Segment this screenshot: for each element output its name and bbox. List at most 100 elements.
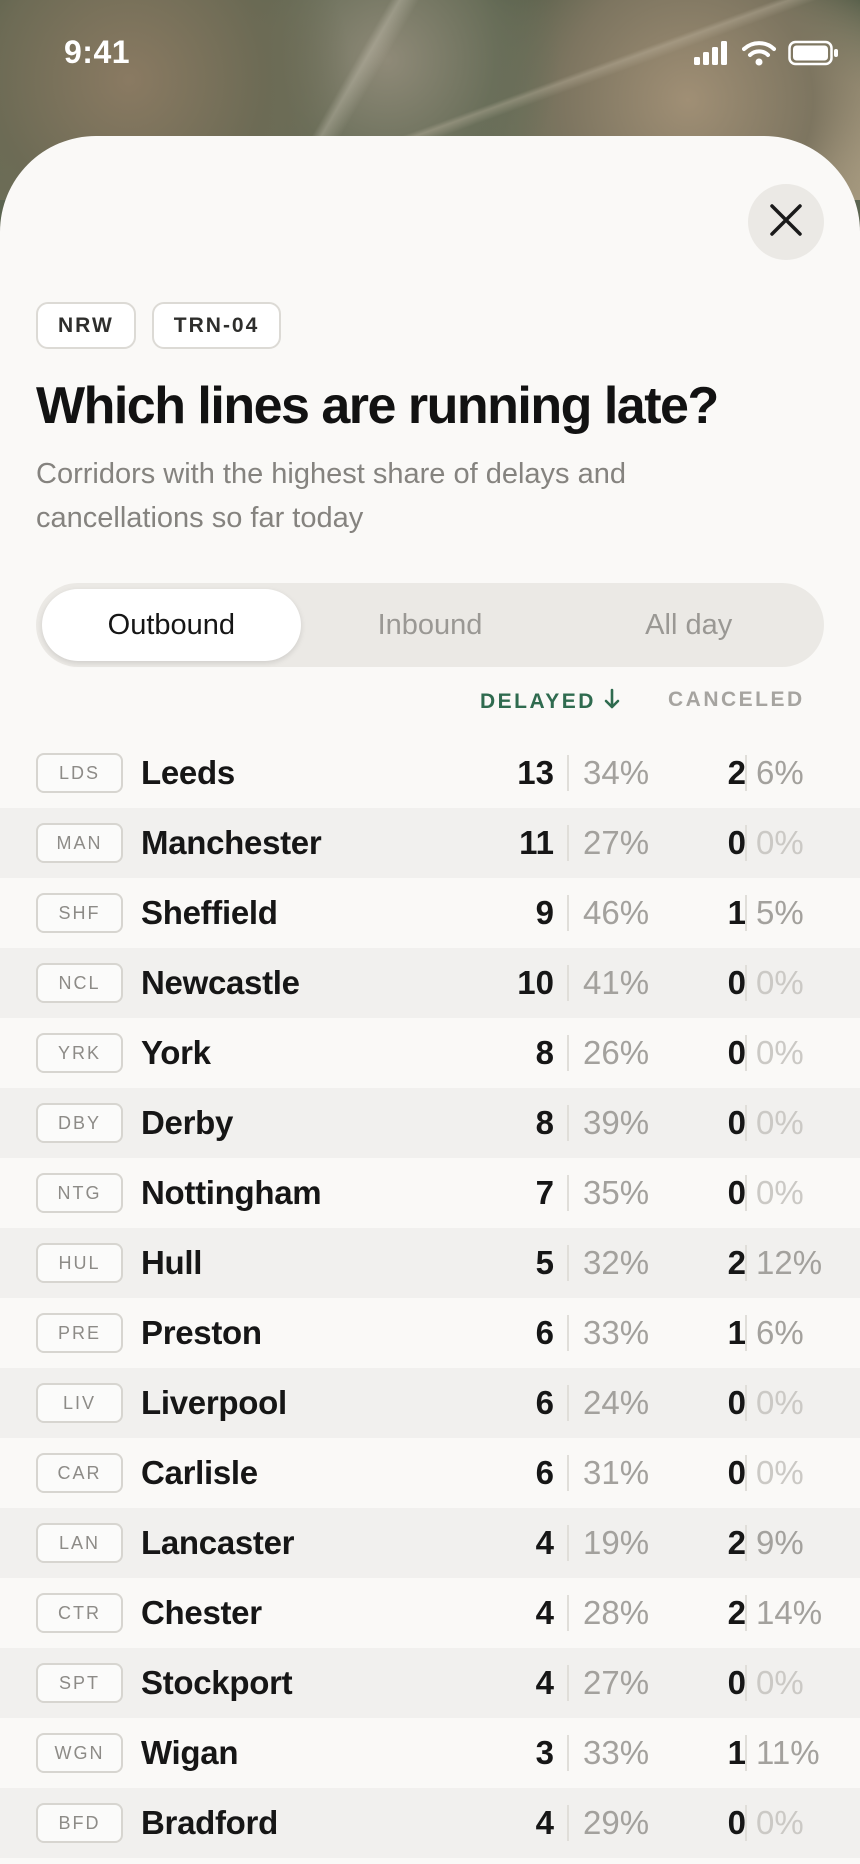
- canceled-count: 0: [727, 1174, 746, 1211]
- delayed-percent: 29%: [583, 1804, 650, 1841]
- table-row[interactable]: SHF Sheffield 9 46% 1 5%: [0, 878, 860, 948]
- tag-list: NRW TRN-04: [36, 302, 282, 349]
- canceled-column-header[interactable]: CANCELED: [668, 688, 805, 712]
- table-row[interactable]: CTR Chester 4 28% 2 14%: [0, 1578, 860, 1648]
- canceled-count: 0: [727, 964, 746, 1001]
- table-row[interactable]: YRK York 8 26% 0 0%: [0, 1018, 860, 1088]
- canceled-count: 0: [727, 1454, 746, 1491]
- canceled-percent: 0%: [756, 1664, 804, 1701]
- column-divider: [745, 1245, 747, 1281]
- table-row[interactable]: LDS Leeds 13 34% 2 6%: [0, 738, 860, 808]
- canceled-percent: 0%: [756, 964, 804, 1001]
- column-headers: DELAYED CANCELED: [0, 688, 860, 728]
- delayed-count: 7: [535, 1174, 554, 1211]
- table-row[interactable]: CAR Carlisle 6 31% 0 0%: [0, 1438, 860, 1508]
- station-code-badge: NCL: [36, 963, 123, 1003]
- line-name: Stockport: [141, 1664, 293, 1701]
- column-divider: [745, 895, 747, 931]
- column-divider: [567, 1525, 569, 1561]
- station-code-badge: LIV: [36, 1383, 123, 1423]
- station-code-badge: YRK: [36, 1033, 123, 1073]
- table-row[interactable]: MAN Manchester 11 27% 0 0%: [0, 808, 860, 878]
- line-name: Wigan: [141, 1734, 239, 1771]
- table-row[interactable]: PRE Preston 6 33% 1 6%: [0, 1298, 860, 1368]
- line-table: LDS Leeds 13 34% 2 6% MAN Manchester 11 27% 0 0% SHF…: [0, 738, 860, 1858]
- tab-outbound[interactable]: Outbound: [42, 589, 301, 661]
- page-subtitle: Corridors with the highest share of dela…: [36, 458, 626, 534]
- line-name: Hull: [141, 1244, 203, 1281]
- delayed-percent: 35%: [583, 1174, 650, 1211]
- canceled-percent: 6%: [756, 754, 804, 791]
- dataset-tag: TRN-04: [151, 302, 282, 349]
- delayed-percent: 19%: [583, 1524, 650, 1561]
- table-row[interactable]: LAN Lancaster 4 19% 2 9%: [0, 1508, 860, 1578]
- column-divider: [745, 965, 747, 1001]
- status-bar: 9:41: [0, 0, 860, 110]
- station-code-badge: HUL: [36, 1243, 123, 1283]
- station-code-badge: LDS: [36, 753, 123, 793]
- table-row[interactable]: NTG Nottingham 7 35% 0 0%: [0, 1158, 860, 1228]
- table-row[interactable]: SPT Stockport 4 27% 0 0%: [0, 1648, 860, 1718]
- delayed-header-label: DELAYED: [480, 690, 596, 713]
- status-icons: [694, 40, 840, 71]
- delayed-percent: 24%: [583, 1384, 650, 1421]
- canceled-count: 1: [727, 894, 746, 931]
- column-divider: [567, 1315, 569, 1351]
- canceled-percent: 0%: [756, 824, 804, 861]
- canceled-percent: 0%: [756, 1804, 804, 1841]
- column-divider: [745, 1455, 747, 1491]
- canceled-count: 1: [727, 1314, 746, 1351]
- bottom-sheet: NRW TRN-04 Which lines are running late?…: [0, 136, 860, 1864]
- delayed-percent: 28%: [583, 1594, 650, 1631]
- canceled-percent: 11%: [756, 1734, 820, 1771]
- delayed-column-header[interactable]: DELAYED: [480, 688, 620, 716]
- delayed-percent: 27%: [583, 824, 650, 861]
- table-row[interactable]: BFD Bradford 4 29% 0 0%: [0, 1788, 860, 1858]
- delayed-count: 8: [535, 1034, 554, 1071]
- table-row[interactable]: WGN Wigan 3 33% 1 11%: [0, 1718, 860, 1788]
- canceled-count: 2: [727, 1594, 746, 1631]
- column-divider: [745, 1105, 747, 1141]
- canceled-count: 2: [727, 1524, 746, 1561]
- line-name: Newcastle: [141, 964, 300, 1001]
- table-row[interactable]: DBY Derby 8 39% 0 0%: [0, 1088, 860, 1158]
- column-divider: [745, 1525, 747, 1561]
- column-divider: [745, 1805, 747, 1841]
- line-name: Manchester: [141, 824, 322, 861]
- canceled-percent: 6%: [756, 1314, 804, 1351]
- canceled-percent: 12%: [756, 1244, 823, 1281]
- status-time: 9:41: [64, 34, 131, 70]
- table-row[interactable]: NCL Newcastle 10 41% 0 0%: [0, 948, 860, 1018]
- canceled-count: 0: [727, 1384, 746, 1421]
- line-name: Preston: [141, 1314, 262, 1351]
- station-code-badge: NTG: [36, 1173, 123, 1213]
- table-row[interactable]: LIV Liverpool 6 24% 0 0%: [0, 1368, 860, 1438]
- tab-inbound[interactable]: Inbound: [301, 589, 560, 661]
- canceled-percent: 0%: [756, 1034, 804, 1071]
- station-code-badge: SHF: [36, 893, 123, 933]
- delayed-count: 4: [535, 1664, 554, 1701]
- column-divider: [567, 1665, 569, 1701]
- column-divider: [745, 1315, 747, 1351]
- line-name: Derby: [141, 1104, 234, 1141]
- line-name: Lancaster: [141, 1524, 295, 1561]
- delayed-percent: 33%: [583, 1314, 650, 1351]
- canceled-percent: 9%: [756, 1524, 804, 1561]
- table-row[interactable]: HUL Hull 5 32% 2 12%: [0, 1228, 860, 1298]
- delayed-count: 8: [535, 1104, 554, 1141]
- canceled-count: 0: [727, 824, 746, 861]
- column-divider: [567, 1245, 569, 1281]
- delayed-count: 10: [517, 964, 554, 1001]
- column-divider: [567, 965, 569, 1001]
- delayed-count: 5: [535, 1244, 554, 1281]
- delayed-percent: 26%: [583, 1034, 650, 1071]
- column-divider: [745, 1175, 747, 1211]
- column-divider: [567, 1385, 569, 1421]
- tab-all-day[interactable]: All day: [559, 589, 818, 661]
- line-name: Nottingham: [141, 1174, 322, 1211]
- column-divider: [745, 1385, 747, 1421]
- station-code-badge: CTR: [36, 1593, 123, 1633]
- column-divider: [567, 755, 569, 791]
- close-button[interactable]: [748, 184, 824, 260]
- column-divider: [567, 825, 569, 861]
